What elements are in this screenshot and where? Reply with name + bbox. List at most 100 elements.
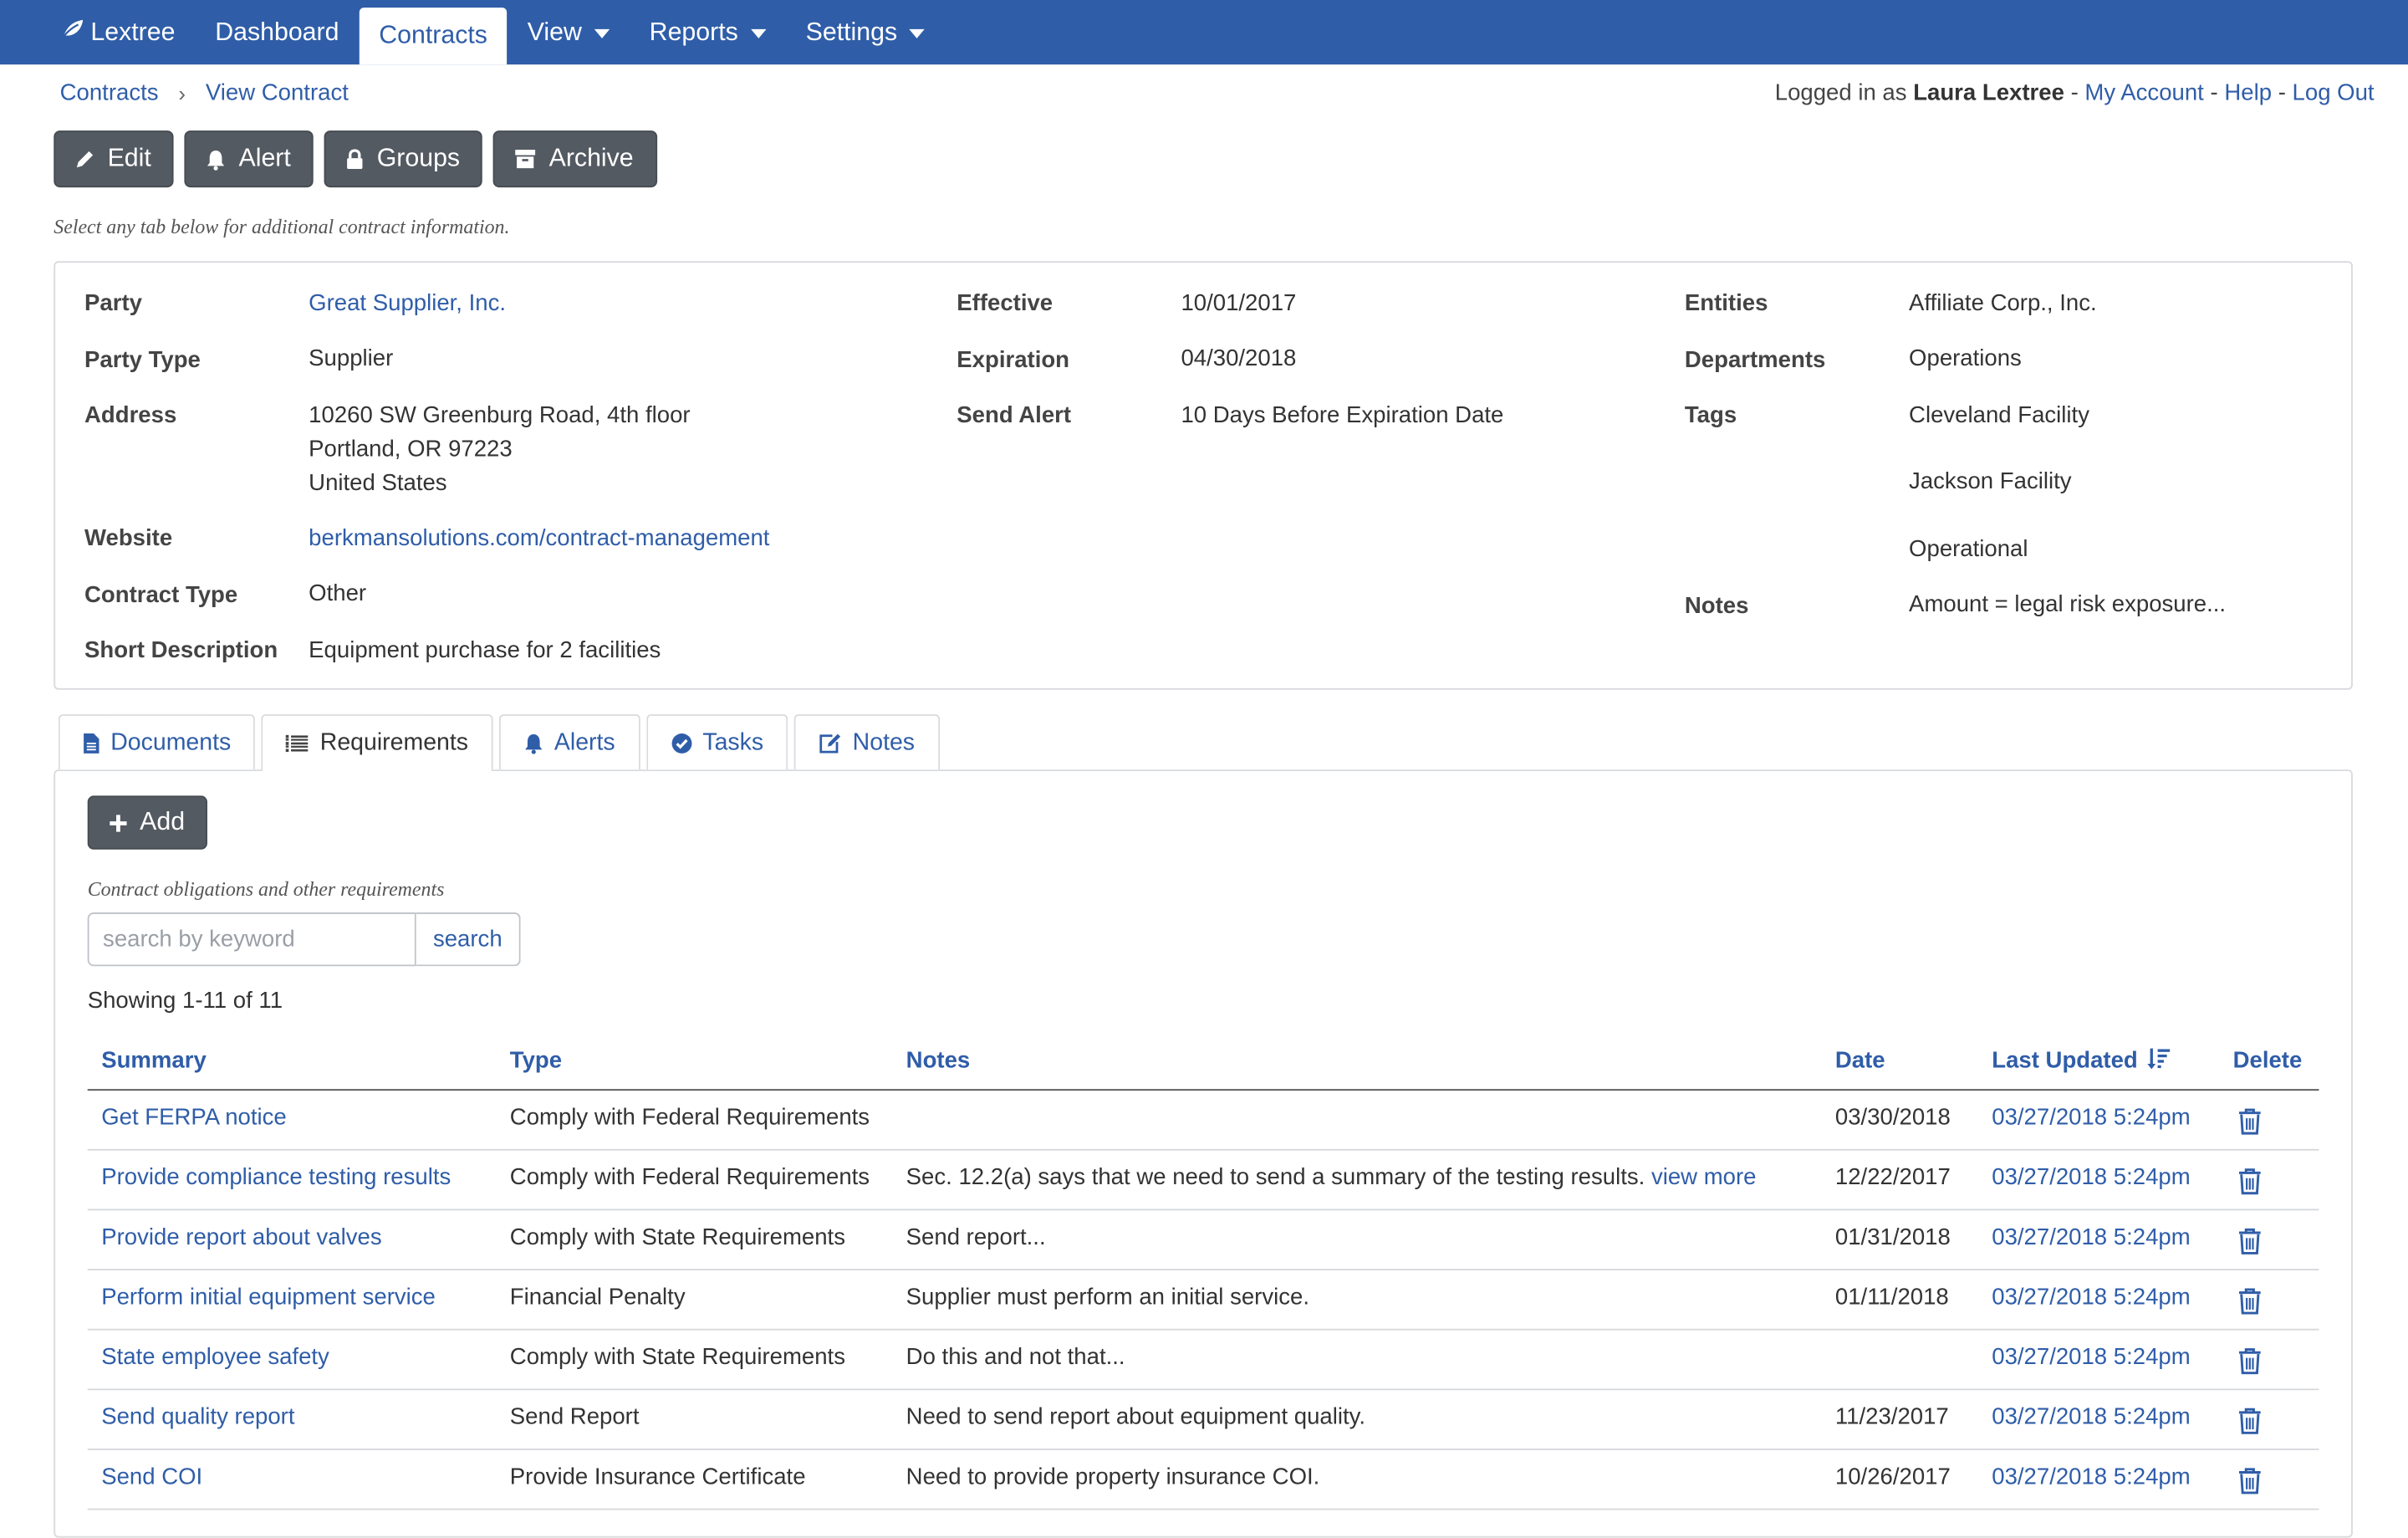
address-label: Address [84, 402, 177, 429]
notes-cell: Need to send report about equipment qual… [906, 1404, 1365, 1430]
party-type-value: Supplier [309, 345, 394, 372]
trash-icon[interactable] [2237, 1168, 2262, 1203]
search-input[interactable] [87, 912, 416, 967]
add-requirement-button[interactable]: Add [87, 795, 208, 850]
date-cell: 03/30/2018 [1834, 1104, 1951, 1131]
send-alert-value: 10 Days Before Expiration Date [1181, 402, 1504, 429]
nav-contracts[interactable]: Contracts [359, 8, 508, 65]
table-row: Provide compliance testing results Compl… [87, 1151, 2319, 1211]
archive-button[interactable]: Archive [493, 130, 657, 188]
summary-link[interactable]: Send COI [101, 1464, 202, 1489]
nav-reports-dropdown[interactable]: Reports [630, 0, 786, 64]
tab-alerts-label: Alerts [554, 728, 615, 755]
effective-label: Effective [957, 290, 1054, 317]
column-header-notes[interactable]: Notes [906, 1048, 971, 1074]
lock-icon [346, 148, 365, 170]
trash-icon[interactable] [2237, 1287, 2262, 1322]
check-circle-icon [671, 732, 692, 754]
column-header-delete: Delete [2232, 1047, 2303, 1074]
notes-value: Amount = legal risk exposure... [1909, 591, 2227, 618]
search-button[interactable]: search [416, 912, 521, 967]
tab-requirements-label: Requirements [319, 729, 469, 756]
website-link[interactable]: berkmansolutions.com/contract-management [309, 522, 769, 555]
table-row: Send COI Provide Insurance Certificate N… [87, 1450, 2319, 1510]
nav-settings-dropdown[interactable]: Settings [786, 0, 945, 64]
last-updated-link[interactable]: 03/27/2018 5:24pm [1992, 1285, 2190, 1311]
date-cell: 11/23/2017 [1834, 1403, 1949, 1431]
party-link[interactable]: Great Supplier, Inc. [309, 287, 506, 320]
column-header-last-updated[interactable]: Last Updated [1992, 1048, 2171, 1077]
address-value: 10260 SW Greenburg Road, 4th floor Portl… [309, 400, 690, 501]
trash-icon[interactable] [2237, 1467, 2262, 1502]
alert-button[interactable]: Alert [185, 130, 314, 188]
last-updated-link[interactable]: 03/27/2018 5:24pm [1992, 1105, 2190, 1131]
last-updated-link[interactable]: 03/27/2018 5:24pm [1992, 1224, 2190, 1250]
subbar: Contracts › View Contract Logged in as L… [0, 80, 2408, 111]
tag-item: Operational [1909, 536, 2028, 563]
edit-button[interactable]: Edit [54, 130, 175, 188]
breadcrumb: Contracts › View Contract [60, 80, 349, 106]
brand-name: Lextree [90, 18, 176, 46]
breadcrumb-contracts[interactable]: Contracts [60, 80, 159, 106]
separator: - [2278, 79, 2286, 106]
summary-link[interactable]: Provide compliance testing results [101, 1164, 451, 1190]
my-account-link[interactable]: My Account [2084, 80, 2203, 106]
tab-notes-label: Notes [852, 728, 916, 755]
entities-value: Affiliate Corp., Inc. [1909, 290, 2097, 317]
contract-type-value: Other [309, 580, 367, 607]
breadcrumb-view-contract[interactable]: View Contract [206, 80, 349, 106]
action-toolbar: Edit Alert Groups Archive [54, 130, 657, 188]
caret-down-icon [909, 28, 926, 38]
tab-documents[interactable]: Documents [58, 714, 256, 770]
table-row: Send quality report Send Report Need to … [87, 1390, 2319, 1450]
departments-label: Departments [1684, 347, 1826, 374]
column-header-summary[interactable]: Summary [101, 1048, 207, 1074]
tab-notes[interactable]: Notes [793, 714, 940, 770]
summary-link[interactable]: Perform initial equipment service [101, 1285, 436, 1311]
short-description-label: Short Description [84, 637, 278, 664]
short-description-value: Equipment purchase for 2 facilities [309, 637, 661, 664]
party-label: Party [84, 290, 142, 317]
date-cell: 10/26/2017 [1834, 1464, 1951, 1490]
caret-down-icon [750, 28, 766, 38]
summary-link[interactable]: Send quality report [101, 1404, 294, 1430]
tab-alerts[interactable]: Alerts [498, 714, 640, 770]
summary-link[interactable]: Get FERPA notice [101, 1105, 287, 1131]
sort-descending-icon [2147, 1048, 2171, 1077]
bell-icon [207, 148, 227, 170]
archive-icon [515, 149, 537, 169]
groups-button[interactable]: Groups [324, 130, 483, 188]
notes-text: Need to provide property insurance COI. [906, 1464, 1320, 1490]
last-updated-link[interactable]: 03/27/2018 5:24pm [1992, 1164, 2190, 1190]
trash-icon[interactable] [2237, 1407, 2262, 1442]
type-cell: Send Report [509, 1403, 640, 1431]
column-header-date[interactable]: Date [1835, 1048, 1885, 1074]
notes-label: Notes [1684, 592, 1749, 620]
view-more-link[interactable]: view more [1651, 1164, 1757, 1190]
nav-dashboard[interactable]: Dashboard [195, 0, 359, 64]
last-updated-link[interactable]: 03/27/2018 5:24pm [1992, 1464, 2190, 1489]
notes-text: Sec. 12.2(a) says that we need to send a… [906, 1164, 1645, 1191]
type-cell: Comply with State Requirements [509, 1224, 846, 1251]
last-updated-link[interactable]: 03/27/2018 5:24pm [1992, 1404, 2190, 1430]
trash-icon[interactable] [2237, 1107, 2262, 1142]
nav-view-dropdown[interactable]: View [508, 0, 630, 64]
last-updated-link[interactable]: 03/27/2018 5:24pm [1992, 1344, 2190, 1370]
date-cell: 01/31/2018 [1834, 1224, 1951, 1251]
tab-tasks[interactable]: Tasks [645, 714, 788, 770]
nav-reports-label: Reports [649, 18, 738, 46]
column-header-type[interactable]: Type [510, 1048, 562, 1074]
tab-requirements[interactable]: Requirements [261, 714, 493, 772]
table-row: Provide report about valves Comply with … [87, 1210, 2319, 1270]
summary-link[interactable]: State employee safety [101, 1344, 329, 1370]
website-label: Website [84, 525, 173, 552]
trash-icon[interactable] [2237, 1347, 2262, 1382]
expiration-value: 04/30/2018 [1181, 345, 1297, 372]
help-link[interactable]: Help [2224, 80, 2272, 106]
tags-label: Tags [1684, 402, 1737, 429]
brand-link[interactable]: Lextree [40, 0, 196, 64]
logout-link[interactable]: Log Out [2293, 80, 2375, 106]
summary-link[interactable]: Provide report about valves [101, 1224, 381, 1250]
trash-icon[interactable] [2237, 1228, 2262, 1263]
date-cell: 01/11/2018 [1834, 1284, 1949, 1311]
